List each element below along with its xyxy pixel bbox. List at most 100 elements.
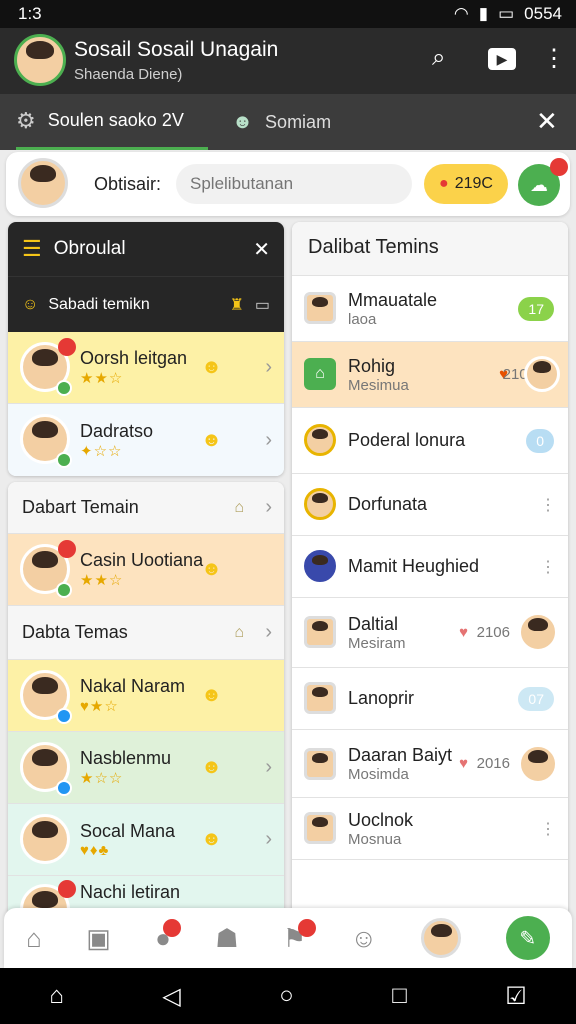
system-nav: ⌂ ◁ ○ □ ☑ <box>0 968 576 1024</box>
coin-badge[interactable]: ● 219C <box>424 164 508 204</box>
section-header[interactable]: Dabart Temain ⌂ › <box>8 482 284 534</box>
list-item[interactable]: Uoclnok Mosnua ⋮ <box>292 798 568 860</box>
friend-panel-right: Dalibat Temins Mmauatale laoa 17 ⌂ Rohig M… <box>292 222 568 912</box>
chevron-right-icon: › <box>265 756 272 778</box>
friend-name: Mmauatale <box>348 289 438 310</box>
friend-name: Rohig <box>348 355 396 376</box>
friend-sub: Mesimua <box>348 376 409 394</box>
section-title: Dabta Temas <box>22 622 128 642</box>
notification-badge <box>162 918 181 937</box>
avatar <box>304 682 336 714</box>
emoji-icon: ☻ <box>200 558 222 580</box>
toggle-icon[interactable]: ▭ <box>255 295 270 315</box>
avatar <box>304 748 336 780</box>
recents-icon[interactable]: □ <box>392 982 407 1010</box>
friend-name: Uoclnok <box>348 809 414 830</box>
friend-name: Casin Uootiana <box>80 550 204 570</box>
panel-subheader[interactable]: ☺ Sabadi temikn ♜ ▭ <box>8 276 284 332</box>
tab-label: Soulen saoko 2V <box>47 110 184 130</box>
search-icon[interactable]: ⌕ <box>432 44 445 72</box>
close-icon[interactable]: ✕ <box>536 106 558 137</box>
avatar <box>304 812 336 844</box>
status-badge <box>58 540 76 558</box>
wifi-icon: ◠ <box>453 4 469 23</box>
heart-icon: ♥ <box>459 755 468 772</box>
bot-icon: ☻ <box>232 110 254 133</box>
avatar[interactable] <box>421 918 462 958</box>
close-icon[interactable]: ✕ <box>253 237 270 262</box>
profile-avatar[interactable] <box>14 34 66 86</box>
list-item[interactable]: Lanoprir 07 <box>292 668 568 730</box>
list-item[interactable]: Oorsh leitgan ★★☆ ☻ › <box>8 332 284 404</box>
list-item[interactable]: ⌂ Rohig Mesimua ♥ 2106 <box>292 342 568 408</box>
camera-icon[interactable]: ▣ <box>86 923 111 954</box>
notification-badge <box>298 918 317 937</box>
assist-icon[interactable]: ☑ <box>505 982 527 1011</box>
friend-name: Nakal Naram <box>80 676 186 696</box>
panel-subtitle: Sabadi temikn <box>48 295 150 313</box>
profile-icon[interactable]: ☺ <box>351 923 378 954</box>
avatar <box>518 612 558 652</box>
list-item[interactable]: Mmauatale laoa 17 <box>292 276 568 342</box>
friend-name: Socal Mana <box>80 820 176 841</box>
list-item[interactable]: Socal Mana ♥♦♣ ☻ › <box>8 804 284 876</box>
list-item[interactable]: Dorfunata ⋮ <box>292 474 568 536</box>
tab-soulen[interactable]: ⚙ Soulen saoko 2V <box>16 94 208 150</box>
home-icon[interactable]: ⌂ <box>49 982 64 1010</box>
list-item[interactable]: Daltial Mesiram ♥ 2106 <box>292 598 568 668</box>
list-item[interactable]: Casin Uootiana ★★☆ ☻ <box>8 534 284 606</box>
list-item[interactable]: Dadratso ✦☆☆ ☻ › <box>8 404 284 476</box>
tab-bar: ⚙ Soulen saoko 2V ☻ Somiam ✕ <box>0 94 576 150</box>
status-bar: 1:3 ◠ ▮ ▭ 0554 <box>0 0 576 28</box>
chevron-right-icon: › <box>265 428 272 451</box>
friend-sub: Mesiram <box>348 634 406 652</box>
coin-count: 219C <box>454 175 493 192</box>
more-icon[interactable]: ⋮ <box>540 557 556 577</box>
back-icon[interactable]: ◁ <box>162 982 180 1011</box>
list-item[interactable]: Nakal Naram ♥★☆ ☻ <box>8 660 284 732</box>
search-input[interactable] <box>176 164 412 204</box>
app-bar: Sosail Sosail Unagain Shaenda Diene) ⌕ ▶… <box>0 28 576 94</box>
chevron-right-icon: › <box>265 496 272 518</box>
list-item[interactable]: Poderal lonura 0 <box>292 408 568 474</box>
friend-sub: Mosnua <box>348 830 402 848</box>
count-pill: 07 <box>518 686 554 711</box>
flag-icon[interactable]: ⚑ <box>283 918 317 954</box>
notification-badge <box>550 158 568 176</box>
list-item[interactable]: Mamit Heughied ⋮ <box>292 536 568 598</box>
location-icon[interactable]: ● <box>155 918 181 954</box>
more-icon[interactable]: ⋮ <box>542 44 566 73</box>
more-icon[interactable]: ⋮ <box>540 495 556 515</box>
circle-home-icon[interactable]: ○ <box>279 982 294 1010</box>
status-value: 0554 <box>524 4 562 23</box>
rating: ♥★☆ <box>80 698 119 715</box>
compose-button[interactable]: ✎ <box>505 916 550 960</box>
app-icon: ⌂ <box>304 358 336 390</box>
emoji-icon: ☻ <box>200 756 222 778</box>
tab-somiam[interactable]: ☻ Somiam <box>232 94 392 150</box>
rating: ✦☆☆ <box>80 442 123 460</box>
avatar <box>304 488 336 520</box>
search-label: Obtisair: <box>94 174 162 194</box>
home-icon: ⌂ <box>234 498 244 516</box>
list-item[interactable]: Nachi letiran <box>8 876 284 912</box>
panel-title: Dalibat Temins <box>292 222 568 276</box>
user-avatar[interactable] <box>18 158 68 208</box>
avatar <box>518 744 558 784</box>
avatar <box>304 424 336 456</box>
panel-title: Obroulal <box>53 238 126 259</box>
avatar <box>20 814 70 864</box>
friends-icon[interactable]: ☗ <box>215 923 238 954</box>
section-header[interactable]: Dabta Temas ⌂ › <box>8 606 284 660</box>
chevron-right-icon: › <box>265 828 272 850</box>
status-time: 1:3 <box>18 4 42 23</box>
list-item[interactable]: Nasblenmu ★☆☆ ☻ › <box>8 732 284 804</box>
more-icon[interactable]: ⋮ <box>540 819 556 839</box>
video-icon[interactable]: ▶ <box>488 48 516 70</box>
list-item[interactable]: Daaran Baiyt Mosimda ♥ 2016 <box>292 730 568 798</box>
home-icon[interactable]: ⌂ <box>26 923 42 954</box>
group-panel: ☰ Obroulal ✕ ☺ Sabadi temikn ♜ ▭ Oorsh l… <box>8 222 284 476</box>
friend-name: Dorfunata <box>348 494 428 514</box>
signal-icon: ▮ <box>478 4 489 23</box>
friend-name: Daltial <box>348 613 399 634</box>
